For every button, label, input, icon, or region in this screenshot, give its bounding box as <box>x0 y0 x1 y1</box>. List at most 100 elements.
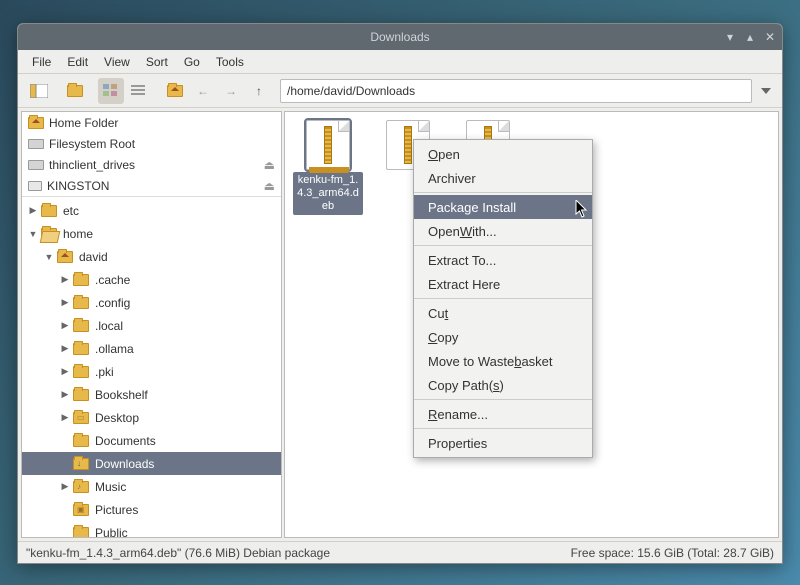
expand-toggle-icon[interactable]: ▶ <box>60 297 70 308</box>
menu-go[interactable]: Go <box>176 52 208 72</box>
tree-item--ollama[interactable]: ▶ .ollama <box>22 337 281 360</box>
tree-label: .cache <box>95 273 130 287</box>
back-button[interactable]: ← <box>190 78 216 104</box>
expand-toggle-icon[interactable]: ▶ <box>60 366 70 377</box>
tree-label: Downloads <box>95 457 154 471</box>
window-title: Downloads <box>18 30 782 44</box>
expand-toggle-icon[interactable]: ▶ <box>60 274 70 285</box>
places-section: Home Folder Filesystem Root thinclient_dri… <box>22 112 281 197</box>
statusbar: "kenku-fm_1.4.3_arm64.deb" (76.6 MiB) De… <box>18 541 782 563</box>
tree-label: .pki <box>95 365 114 379</box>
expand-toggle-icon[interactable]: ▶ <box>60 389 70 400</box>
tree-item-pictures[interactable]: Pictures <box>22 498 281 521</box>
tree-item-documents[interactable]: Documents <box>22 429 281 452</box>
place-item-home-folder[interactable]: Home Folder <box>22 112 281 133</box>
tree-label: Music <box>95 480 126 494</box>
home-button[interactable] <box>162 78 188 104</box>
place-item-thinclient-drives[interactable]: thinclient_drives ⏏ <box>22 154 281 175</box>
new-folder-button[interactable] <box>62 78 88 104</box>
toolbar: ← → ↑ /home/david/Downloads <box>18 74 782 108</box>
expand-toggle-icon[interactable]: ▶ <box>60 412 70 423</box>
tree-label: .ollama <box>95 342 134 356</box>
menu-tools[interactable]: Tools <box>208 52 252 72</box>
menu-sort[interactable]: Sort <box>138 52 176 72</box>
context-menu-open-with-[interactable]: Open With... <box>414 219 592 243</box>
tree-item-music[interactable]: ▶ Music <box>22 475 281 498</box>
tree-item-downloads[interactable]: Downloads <box>22 452 281 475</box>
sidebar-toggle-button[interactable] <box>26 78 52 104</box>
minimize-button[interactable]: ▾ <box>724 30 736 44</box>
menu-file[interactable]: File <box>24 52 59 72</box>
folder-tree: ▶etc▼home▼david▶.cache▶.config▶.local▶.o… <box>22 197 281 538</box>
context-menu-extract-here[interactable]: Extract Here <box>414 272 592 296</box>
place-item-kingston[interactable]: KINGSTON⏏ <box>22 175 281 196</box>
context-menu-archiver[interactable]: Archiver <box>414 166 592 190</box>
icon-view-button[interactable] <box>98 78 124 104</box>
tree-label: Public <box>95 526 128 539</box>
file-manager-window: Downloads ▾ ▴ ✕ File Edit View Sort Go T… <box>17 23 783 564</box>
context-menu-separator <box>414 399 592 400</box>
tree-item-bookshelf[interactable]: ▶Bookshelf <box>22 383 281 406</box>
file-label: kenku-fm_1.4.3_arm64.deb <box>293 172 363 215</box>
tree-item--local[interactable]: ▶ .local <box>22 314 281 337</box>
path-text: /home/david/Downloads <box>287 84 415 98</box>
tree-item--pki[interactable]: ▶ .pki <box>22 360 281 383</box>
sidebar: Home Folder Filesystem Root thinclient_dri… <box>21 111 282 538</box>
path-input[interactable]: /home/david/Downloads <box>280 79 752 103</box>
expand-toggle-icon[interactable]: ▼ <box>28 229 38 239</box>
tree-label: .config <box>95 296 130 310</box>
up-button[interactable]: ↑ <box>246 78 272 104</box>
file-item[interactable]: kenku-fm_1.4.3_arm64.deb <box>293 120 363 215</box>
tree-item--cache[interactable]: ▶ .cache <box>22 268 281 291</box>
expand-toggle-icon[interactable]: ▶ <box>60 343 70 354</box>
tree-item--config[interactable]: ▶ .config <box>22 291 281 314</box>
tree-label: Documents <box>95 434 156 448</box>
tree-item-etc[interactable]: ▶ etc <box>22 199 281 222</box>
place-label: Home Folder <box>49 116 118 130</box>
path-history-dropdown[interactable] <box>754 79 778 103</box>
tree-item-desktop[interactable]: ▶ Desktop <box>22 406 281 429</box>
context-menu-package-install[interactable]: Package Install <box>414 195 592 219</box>
context-menu-copy-path-s-[interactable]: Copy Path(s) <box>414 373 592 397</box>
place-label: thinclient_drives <box>49 158 135 172</box>
close-button[interactable]: ✕ <box>764 30 776 44</box>
list-view-button[interactable] <box>126 78 152 104</box>
tree-item-david[interactable]: ▼ david <box>22 245 281 268</box>
tree-label: .local <box>95 319 123 333</box>
maximize-button[interactable]: ▴ <box>744 30 756 44</box>
archive-file-icon <box>306 120 350 170</box>
context-menu-extract-to-[interactable]: Extract To... <box>414 248 592 272</box>
context-menu-properties[interactable]: Properties <box>414 431 592 455</box>
context-menu-open[interactable]: Open <box>414 142 592 166</box>
expand-toggle-icon[interactable]: ▶ <box>60 481 70 492</box>
expand-toggle-icon[interactable]: ▶ <box>28 205 38 216</box>
menubar: File Edit View Sort Go Tools <box>18 50 782 74</box>
expand-toggle-icon[interactable]: ▶ <box>60 320 70 331</box>
menu-view[interactable]: View <box>96 52 138 72</box>
tree-label: Pictures <box>95 503 138 517</box>
context-menu-separator <box>414 192 592 193</box>
status-selection: "kenku-fm_1.4.3_arm64.deb" (76.6 MiB) De… <box>26 546 330 560</box>
context-menu-separator <box>414 245 592 246</box>
forward-button[interactable]: → <box>218 78 244 104</box>
context-menu-separator <box>414 298 592 299</box>
context-menu-cut[interactable]: Cut <box>414 301 592 325</box>
eject-icon[interactable]: ⏏ <box>264 158 275 172</box>
tree-item-home[interactable]: ▼home <box>22 222 281 245</box>
tree-label: Desktop <box>95 411 139 425</box>
context-menu-copy[interactable]: Copy <box>414 325 592 349</box>
tree-label: etc <box>63 204 79 218</box>
place-item-filesystem-root[interactable]: Filesystem Root <box>22 133 281 154</box>
context-menu-rename-[interactable]: Rename... <box>414 402 592 426</box>
titlebar[interactable]: Downloads ▾ ▴ ✕ <box>18 24 782 50</box>
menu-edit[interactable]: Edit <box>59 52 96 72</box>
tree-item-public[interactable]: Public <box>22 521 281 538</box>
eject-icon[interactable]: ⏏ <box>264 179 275 193</box>
place-label: Filesystem Root <box>49 137 135 151</box>
status-free-space: Free space: 15.6 GiB (Total: 28.7 GiB) <box>571 546 774 560</box>
context-menu-move-to-wastebasket[interactable]: Move to Wastebasket <box>414 349 592 373</box>
context-menu: OpenArchiver Package InstallOpen With... E… <box>413 139 593 458</box>
file-label <box>406 172 410 176</box>
tree-label: david <box>79 250 108 264</box>
expand-toggle-icon[interactable]: ▼ <box>44 252 54 262</box>
